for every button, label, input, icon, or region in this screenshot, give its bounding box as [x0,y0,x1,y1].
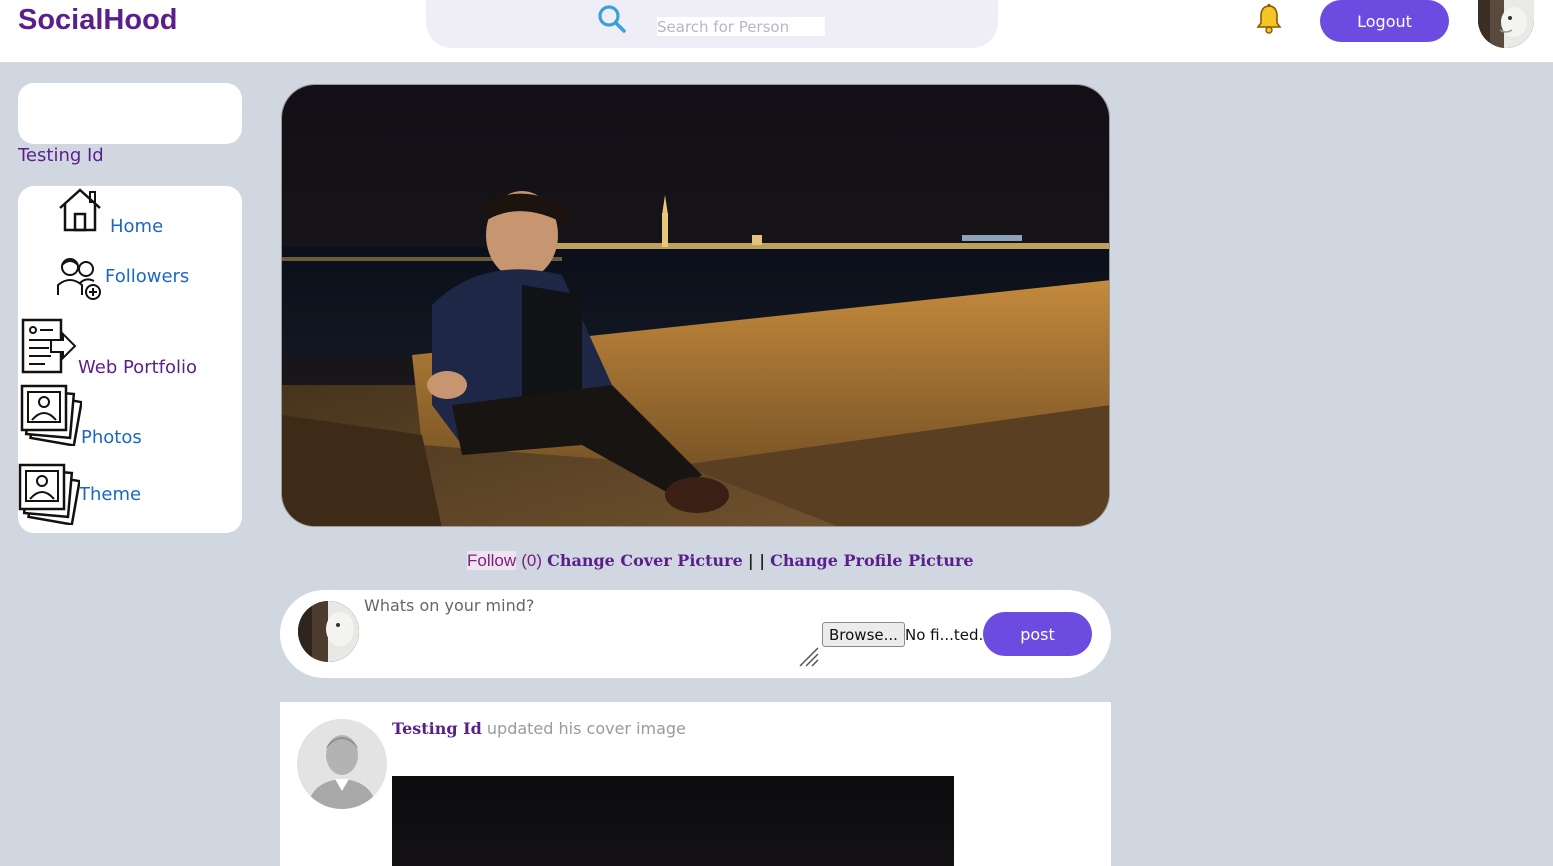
feed-author[interactable]: Testing Id [392,719,482,738]
feed-activity-text: updated his cover image [486,719,686,738]
post-text-input[interactable] [364,596,804,666]
feed-post-image [392,776,954,866]
followers-icon [57,258,101,300]
resize-grip-icon[interactable] [798,646,820,668]
portfolio-icon [21,318,77,374]
top-bar: SocialHood Logout [0,0,1553,62]
user-avatar[interactable] [1478,0,1534,48]
sidebar-item-web-portfolio[interactable]: Web Portfolio [18,316,242,380]
search-bar [426,0,998,48]
separator: | | [747,551,766,570]
file-status: No fi...ted. [905,626,984,644]
search-input[interactable] [657,17,825,36]
brand-logo[interactable]: SocialHood [18,4,178,37]
change-profile-link[interactable]: Change Profile Picture [770,551,973,570]
sidebar-item-label: Theme [79,484,142,505]
sidebar-item-followers[interactable]: Followers [18,252,242,302]
sidebar-item-label: Web Portfolio [78,357,198,378]
profile-actions: Follow (0) Change Cover Picture | | Chan… [467,551,974,571]
follow-button[interactable]: Follow [467,551,517,570]
browse-button[interactable]: Browse... [822,622,905,647]
cover-photo [281,84,1110,527]
bell-icon[interactable] [1254,3,1284,35]
sidebar-item-home[interactable]: Home [18,186,242,244]
home-icon [59,188,101,232]
post-button[interactable]: post [983,612,1092,656]
feed-avatar[interactable] [297,719,387,809]
sidebar-item-label: Photos [81,427,142,448]
theme-icon [18,463,80,525]
search-icon[interactable] [597,4,627,34]
post-composer: Browse... No fi...ted. post [280,590,1111,678]
follow-count: (0) [521,551,542,570]
composer-avatar [298,601,359,662]
sidebar-item-label: Followers [105,266,190,287]
feed-post-header: Testing Id updated his cover image [392,719,686,738]
profile-card [18,83,242,144]
sidebar-menu: Home Followers Web Portfolio Photos Them… [18,186,242,533]
sidebar-item-theme[interactable]: Theme [18,462,242,526]
sidebar-item-photos[interactable]: Photos [18,384,242,450]
feed-post: Testing Id updated his cover image [280,702,1111,866]
change-cover-link[interactable]: Change Cover Picture [547,551,743,570]
sidebar-username[interactable]: Testing Id [18,145,104,166]
logout-button[interactable]: Logout [1320,0,1449,42]
sidebar-item-label: Home [110,216,164,237]
photos-icon [20,384,82,446]
